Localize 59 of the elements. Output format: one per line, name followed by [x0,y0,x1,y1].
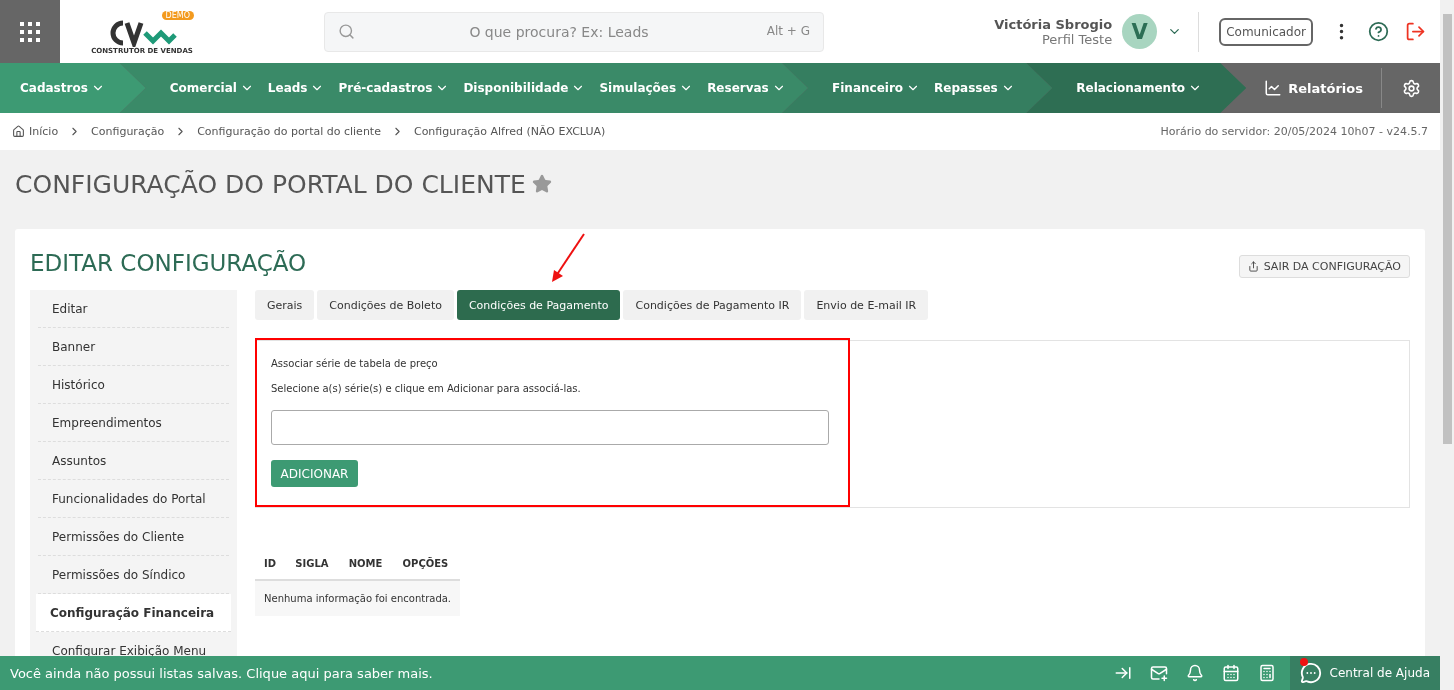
help-center-button[interactable]: Central de Ajuda [1289,656,1440,690]
calculator-icon[interactable] [1257,664,1276,682]
tab[interactable]: Condições de Pagamento [456,290,621,320]
tab[interactable]: Condições de Pagamento IR [623,290,802,320]
communicator-button[interactable]: Comunicador [1219,17,1313,46]
tab[interactable]: Gerais [255,290,315,320]
tab[interactable]: Envio de E-mail IR [804,290,929,320]
breadcrumb-link[interactable]: Configuração Alfred (NÃO EXCLUA) [413,125,606,138]
chat-icon [1299,662,1322,684]
nav-menu-item[interactable]: Leads [267,81,325,95]
sidebar-item[interactable]: Permissões do Cliente [38,518,229,556]
nav-menu-item[interactable]: Pré-cadastros [338,81,450,95]
nav-menu-item[interactable]: Simulações [599,81,694,95]
grid-icon [19,20,41,43]
user-name: Victória Sbrogio [994,16,1113,32]
tab[interactable]: Condições de Boleto [317,290,454,320]
page-title: CONFIGURAÇÃO DO PORTAL DO CLIENTE [15,169,526,199]
nav-menu-item[interactable]: Relacionamento [1076,81,1203,95]
user-avatar[interactable]: V [1122,14,1158,49]
breadcrumb-link[interactable]: Configuração do portal do cliente [197,125,381,138]
sidebar-item[interactable]: Empreendimentos [38,404,229,442]
exit-button[interactable]: SAIR DA CONFIGURAÇÃO [1238,255,1410,278]
line-chart-icon [1264,79,1283,97]
shortcut-hint: Alt + G [766,23,810,38]
settings-icon[interactable] [1401,78,1421,98]
share-icon [1247,261,1259,272]
scrollbar[interactable] [1440,0,1454,690]
sidebar-item[interactable]: Histórico [38,366,229,404]
nav-menu-item[interactable]: Financeiro [832,81,921,95]
sidebar-item[interactable]: Assuntos [38,442,229,480]
nav-menu-item[interactable]: Reservas [707,81,786,95]
breadcrumb-link[interactable]: Configuração [91,125,165,138]
bell-icon[interactable] [1185,664,1204,682]
form-heading: Associar série de tabela de preço [271,358,439,369]
sidebar-item[interactable]: Funcionalidades do Portal [38,480,229,518]
nav-menu-item[interactable]: Disponibilidade [463,81,586,95]
help-icon[interactable] [1368,21,1389,42]
card-title: EDITAR CONFIGURAÇÃO [30,249,307,276]
sidebar-item[interactable]: Banner [38,328,229,366]
reports-link[interactable]: Relatórios [1246,68,1382,108]
apps-menu-button[interactable] [0,0,60,63]
star-icon[interactable] [531,174,552,194]
series-input-field[interactable] [271,410,829,446]
home-icon [12,125,25,138]
sidebar-item[interactable]: Editar [38,290,229,328]
demo-badge: DEMO [161,10,194,20]
mail-icon[interactable] [1149,664,1168,682]
nav-menu-item[interactable]: Repasses [934,81,1015,95]
server-time: Horário do servidor: 20/05/2024 10h07 - v24.5.7 [1160,125,1428,138]
sidebar-item[interactable]: Configuração Financeira [36,594,231,632]
breadcrumb-link[interactable]: Início [12,125,59,138]
search-icon [338,22,355,40]
logout-icon[interactable] [1405,21,1426,42]
nav-menu-item[interactable]: Comercial [169,81,254,95]
form-hint: Selecione a(s) série(s) e clique em Adicionar para associá-las. [271,383,582,394]
user-profile: Perfil Teste [1041,31,1113,47]
arrow-to-line-icon[interactable] [1113,664,1132,682]
empty-message: Nenhuma informação foi encontrada. [255,580,461,616]
calendar-icon[interactable] [1221,664,1240,682]
